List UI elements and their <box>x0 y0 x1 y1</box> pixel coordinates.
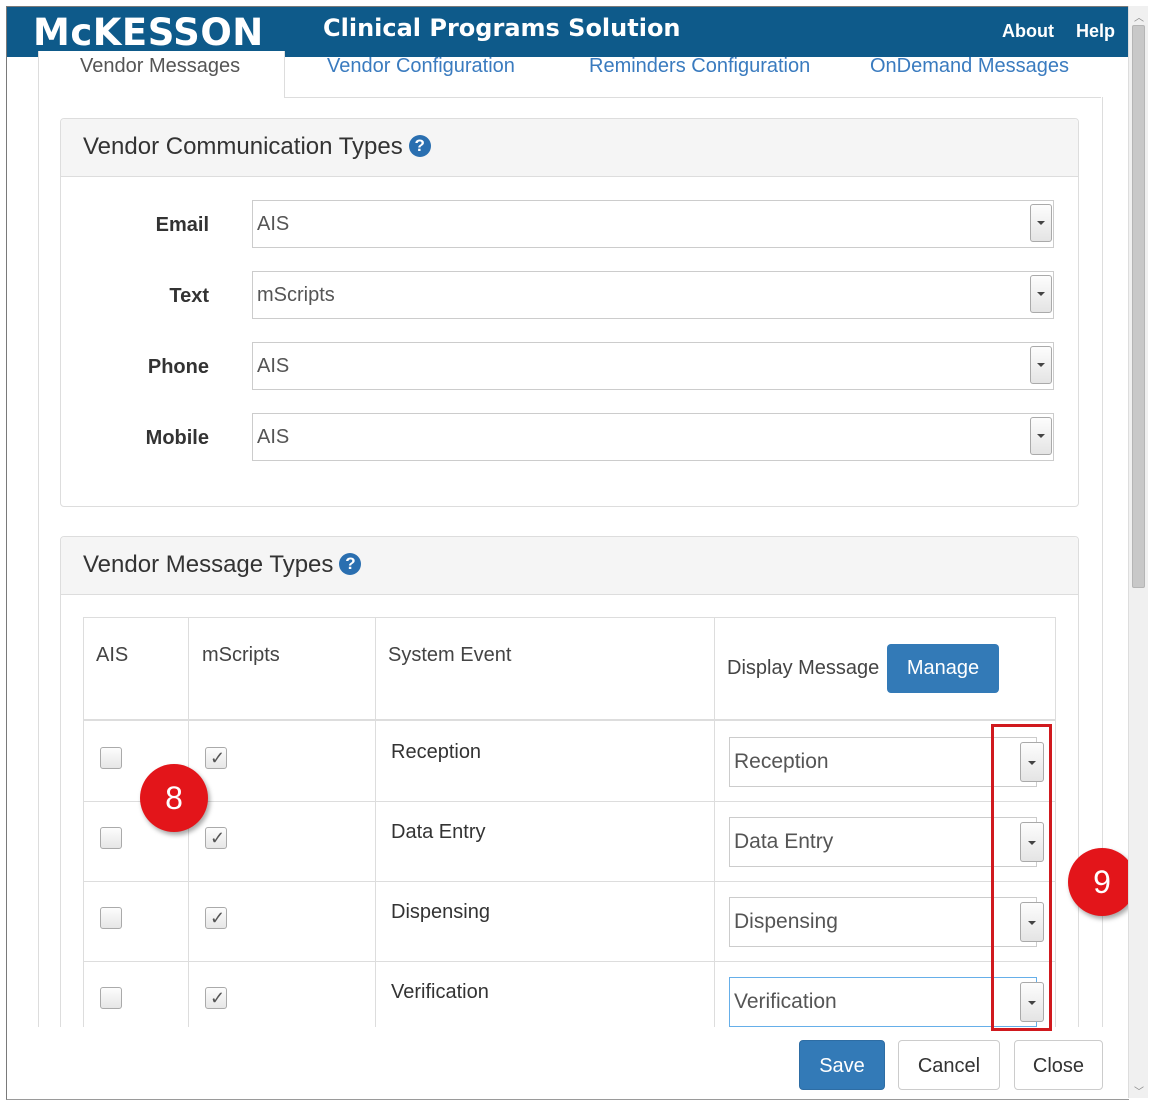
ais-checkbox[interactable] <box>100 907 122 929</box>
system-event-label: Dispensing <box>391 901 490 923</box>
col-header-display-message: Display Message <box>727 657 880 679</box>
tab-vendor-messages[interactable]: Vendor Messages <box>38 51 285 98</box>
ais-checkbox[interactable] <box>100 827 122 849</box>
mobile-label: Mobile <box>145 427 209 449</box>
col-header-ais: AIS <box>96 644 129 666</box>
callout-marker: 9 <box>1068 848 1136 916</box>
mscripts-checkbox[interactable]: ✓ <box>205 747 227 769</box>
row-divider <box>83 801 1056 802</box>
mobile-select-value: AIS <box>257 426 290 448</box>
row-divider <box>83 961 1056 962</box>
system-event-label: Reception <box>391 741 482 763</box>
phone-label: Phone <box>147 356 209 378</box>
panel-title: Vendor Communication Types? <box>83 133 431 161</box>
callout-marker: 8 <box>140 764 208 832</box>
tab-vendor-configuration[interactable]: Vendor Configuration <box>327 51 515 97</box>
highlight-rectangle <box>991 724 1052 1031</box>
col-divider <box>83 617 84 1037</box>
ais-checkbox[interactable] <box>100 747 122 769</box>
phone-select[interactable]: AIS <box>252 342 1054 390</box>
checkmark-icon: ✓ <box>210 908 226 928</box>
close-button[interactable]: Close <box>1014 1040 1103 1090</box>
communication-types-title: Vendor Communication Types <box>83 133 403 160</box>
col-divider <box>1055 617 1056 1037</box>
chevron-up-icon[interactable]: ︿ <box>1134 9 1144 24</box>
email-select-value: AIS <box>257 213 290 235</box>
checkmark-icon: ✓ <box>210 748 226 768</box>
col-divider <box>375 617 376 1037</box>
phone-select-value: AIS <box>257 355 290 377</box>
communication-types-panel: Vendor Communication Types? Email AIS Te… <box>60 118 1079 507</box>
app-window: McKESSON Clinical Programs Solution Abou… <box>6 6 1129 1100</box>
table-header-divider <box>83 719 1056 721</box>
display-message-value: Dispensing <box>734 910 838 933</box>
chevron-down-icon[interactable]: ﹀ <box>1134 1083 1144 1098</box>
cancel-button[interactable]: Cancel <box>898 1040 1000 1090</box>
panel-heading: Vendor Communication Types? <box>61 119 1078 177</box>
row-divider <box>83 881 1056 882</box>
about-link[interactable]: About <box>1002 21 1054 42</box>
system-event-label: Data Entry <box>391 821 486 843</box>
checkmark-icon: ✓ <box>210 988 226 1008</box>
text-label: Text <box>169 285 209 307</box>
mscripts-checkbox[interactable]: ✓ <box>205 827 227 849</box>
table-border-top <box>83 617 1056 618</box>
ais-checkbox[interactable] <box>100 987 122 1009</box>
help-link[interactable]: Help <box>1076 21 1115 42</box>
mscripts-checkbox[interactable]: ✓ <box>205 987 227 1009</box>
vertical-scrollbar[interactable]: ︿ ﹀ <box>1128 6 1148 1098</box>
mckesson-logo: McKESSON <box>33 11 264 54</box>
email-select[interactable]: AIS <box>252 200 1054 248</box>
chevron-down-icon[interactable] <box>1030 346 1052 384</box>
scrollbar-thumb[interactable] <box>1132 25 1145 588</box>
message-types-title: Vendor Message Types <box>83 551 334 578</box>
mscripts-checkbox[interactable]: ✓ <box>205 907 227 929</box>
chevron-down-icon[interactable] <box>1030 204 1052 242</box>
col-header-mscripts: mScripts <box>202 644 280 666</box>
panel-heading: Vendor Message Types? <box>61 537 1078 595</box>
text-select-value: mScripts <box>257 284 335 306</box>
tab-bar: Vendor Messages Vendor Configuration Rem… <box>38 51 1101 98</box>
display-message-value: Verification <box>734 990 837 1013</box>
email-label: Email <box>155 214 209 236</box>
col-divider <box>714 617 715 1037</box>
col-header-system-event: System Event <box>388 644 512 666</box>
panel-title: Vendor Message Types? <box>83 551 362 579</box>
chevron-down-icon[interactable] <box>1030 275 1052 313</box>
tab-reminders-configuration[interactable]: Reminders Configuration <box>589 51 810 97</box>
checkmark-icon: ✓ <box>210 828 226 848</box>
app-title: Clinical Programs Solution <box>323 14 681 42</box>
tab-ondemand-messages[interactable]: OnDemand Messages <box>870 51 1069 97</box>
chevron-down-icon[interactable] <box>1030 417 1052 455</box>
save-button[interactable]: Save <box>799 1040 885 1090</box>
display-message-value: Reception <box>734 750 829 773</box>
question-circle-icon[interactable]: ? <box>408 135 431 157</box>
mobile-select[interactable]: AIS <box>252 413 1054 461</box>
system-event-label: Verification <box>391 981 489 1003</box>
top-header-bar: McKESSON Clinical Programs Solution Abou… <box>7 7 1129 57</box>
manage-button[interactable]: Manage <box>887 644 999 693</box>
display-message-value: Data Entry <box>734 830 834 853</box>
question-circle-icon[interactable]: ? <box>339 553 362 575</box>
text-select[interactable]: mScripts <box>252 271 1054 319</box>
